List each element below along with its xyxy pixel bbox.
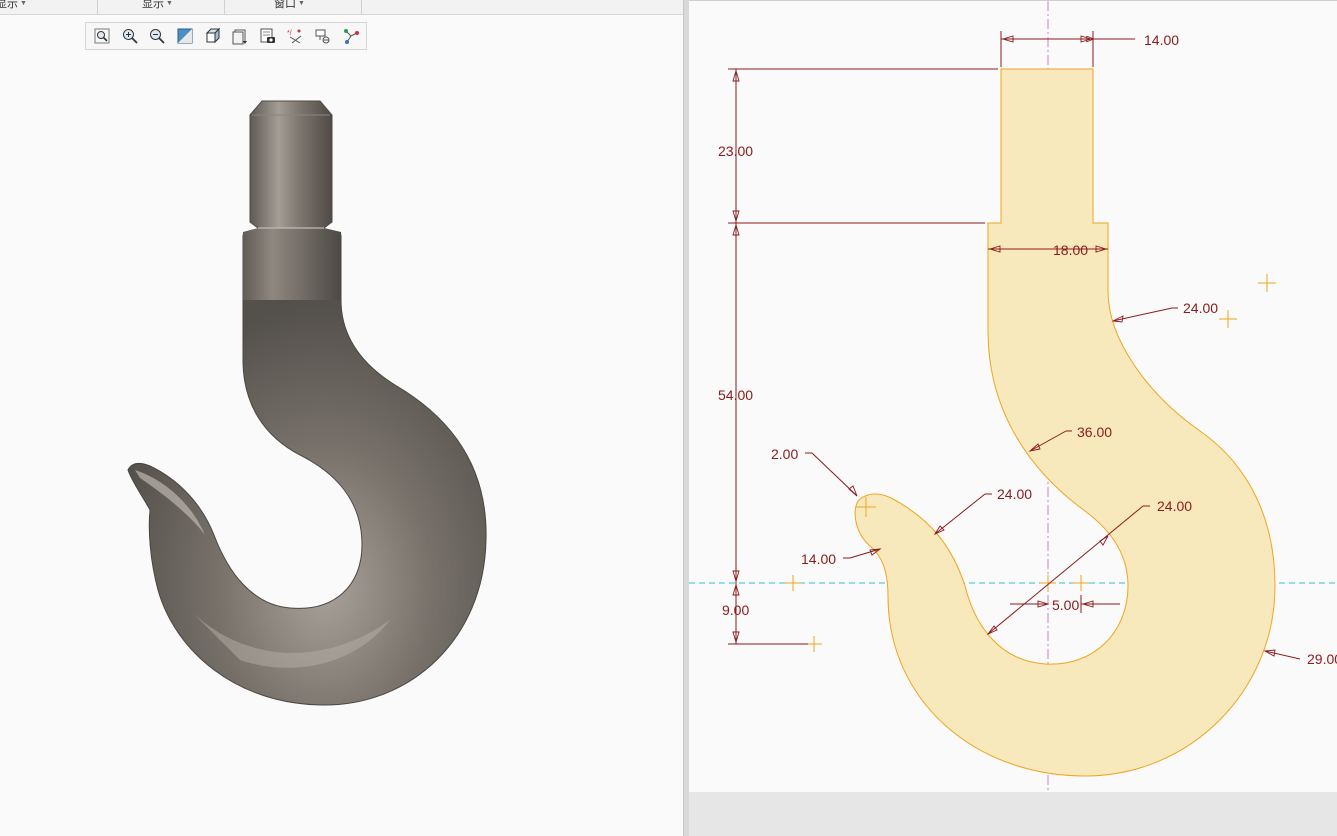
hook-shank <box>249 100 333 229</box>
hook-profile-sketch[interactable] <box>854 68 1276 777</box>
status-strip <box>689 792 1337 836</box>
dim-center-offset[interactable]: 5.00 <box>1052 597 1079 613</box>
model-viewport-pane: 显示 ▼ 显示 ▼ 窗口 ▼ */ <box>0 0 683 836</box>
dim-bottom-offset[interactable]: 9.00 <box>722 602 749 618</box>
sketch-pane: 14.00 23.00 18.00 24.00 54.00 36.00 2.00… <box>689 0 1337 836</box>
dim-tip-arc-radius[interactable]: 24.00 <box>997 486 1032 502</box>
sketch-drawing[interactable]: 14.00 23.00 18.00 24.00 54.00 36.00 2.00… <box>689 1 1337 792</box>
dim-inner-radius[interactable]: 24.00 <box>1157 498 1192 514</box>
dim-body-height[interactable]: 54.00 <box>718 387 753 403</box>
dim-right-radius[interactable]: 24.00 <box>1183 300 1218 316</box>
dim-inner-arc-radius[interactable]: 36.00 <box>1077 424 1112 440</box>
dim-collar-width[interactable]: 18.00 <box>1053 242 1088 258</box>
hook-3d-model[interactable] <box>0 0 683 836</box>
dim-shank-width[interactable]: 14.00 <box>1144 32 1179 48</box>
sketch-canvas[interactable]: 14.00 23.00 18.00 24.00 54.00 36.00 2.00… <box>689 0 1337 793</box>
dim-shank-height[interactable]: 23.00 <box>718 143 753 159</box>
dim-tip-offset[interactable]: 14.00 <box>801 551 836 567</box>
hook-collar <box>243 228 341 300</box>
hook-body-surface <box>127 234 487 706</box>
dim-outer-radius[interactable]: 29.00 <box>1307 651 1337 667</box>
dim-tip-radius[interactable]: 2.00 <box>771 446 798 462</box>
